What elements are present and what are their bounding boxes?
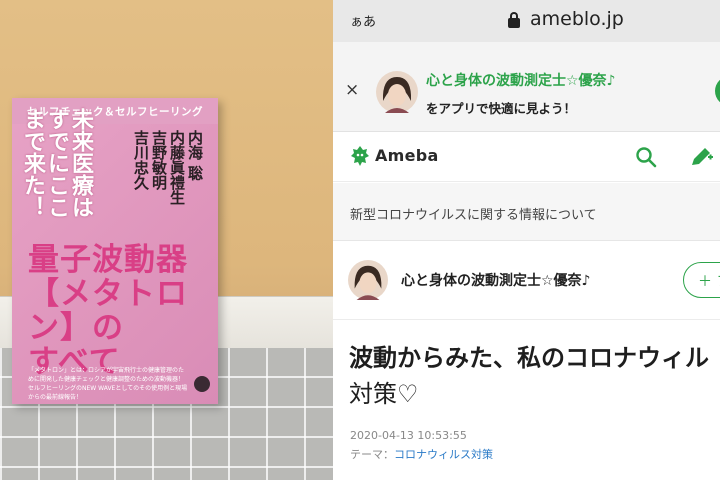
- book-authors: 内海 聡 内藤眞禮生 吉野敏明 吉川忠久: [132, 130, 204, 260]
- banner-blog-name: 心と身体の波動測定士☆優奈♪: [426, 73, 616, 89]
- theme-link[interactable]: コロナウィルス対策: [394, 448, 493, 461]
- theme-label: テーマ：: [350, 448, 394, 461]
- book-cover: セルフチェック＆セルフヒーリング 未来医療はすでにここまで来た！ 内海 聡 内藤…: [12, 98, 218, 404]
- url-host[interactable]: ameblo.jp: [530, 8, 624, 30]
- book-photo: セルフチェック＆セルフヒーリング 未来医療はすでにここまで来た！ 内海 聡 内藤…: [0, 0, 333, 480]
- close-icon[interactable]: ×: [345, 80, 359, 100]
- publisher-logo-icon: [194, 376, 210, 392]
- article-date: 2020-04-13 10:53:55: [350, 429, 467, 442]
- text-size-button[interactable]: ぁあ: [350, 11, 376, 30]
- article-title-line: 波動からみた、私のコロナウィル: [349, 344, 709, 372]
- covid-notice-link[interactable]: 新型コロナウイルスに関する情報について: [333, 183, 720, 241]
- avatar[interactable]: [348, 260, 388, 300]
- book-author: 吉野敏明: [150, 130, 168, 190]
- pen-icon[interactable]: [688, 144, 714, 170]
- search-icon[interactable]: [635, 146, 657, 168]
- book-title-line: 【メタトロン】の: [28, 276, 188, 346]
- book-title-line: 量子波動器: [28, 242, 188, 278]
- ameba-logo-text[interactable]: Ameba: [375, 146, 439, 165]
- blog-author-row: 心と身体の波動測定士☆優奈♪ ＋ フ: [333, 242, 720, 320]
- ameba-header: Ameba: [333, 132, 720, 182]
- book-author: 吉川忠久: [132, 130, 150, 190]
- banner-cta-text: をアプリで快適に見よう！: [426, 101, 577, 116]
- browser-address-bar[interactable]: ぁあ ameblo.jp: [333, 0, 720, 42]
- open-app-button[interactable]: [715, 76, 720, 106]
- article-title: 波動からみた、私のコロナウィル 対策♡: [349, 340, 720, 412]
- book-kicker: 未来医療はすでにここまで来た！: [20, 108, 93, 218]
- lock-icon: [508, 12, 520, 28]
- book-title: 量子波動器 【メタトロン】の すべて: [28, 243, 218, 379]
- book-description: 「メタトロン」とは：ロシアが宇宙飛行士の健康管理のために開発した健康チェックと健…: [28, 367, 188, 401]
- article-theme: テーマ：コロナウィルス対策: [350, 446, 493, 462]
- book-author: 内海 聡: [186, 130, 204, 181]
- phone-screen: ぁあ ameblo.jp × 心と身体の波動測定士☆優奈♪ をアプリで快適に見よ…: [333, 0, 720, 480]
- notice-text[interactable]: 新型コロナウイルスに関する情報について: [350, 204, 597, 223]
- avatar: [376, 71, 418, 113]
- ameba-logo-icon[interactable]: [350, 145, 370, 167]
- follow-button[interactable]: ＋ フ: [683, 262, 720, 298]
- article-title-line: 対策♡: [349, 380, 419, 408]
- book-author: 内藤眞禮生: [168, 130, 186, 205]
- app-promo-banner[interactable]: × 心と身体の波動測定士☆優奈♪ をアプリで快適に見よう！: [333, 42, 720, 132]
- blog-name[interactable]: 心と身体の波動測定士☆優奈♪: [401, 270, 591, 290]
